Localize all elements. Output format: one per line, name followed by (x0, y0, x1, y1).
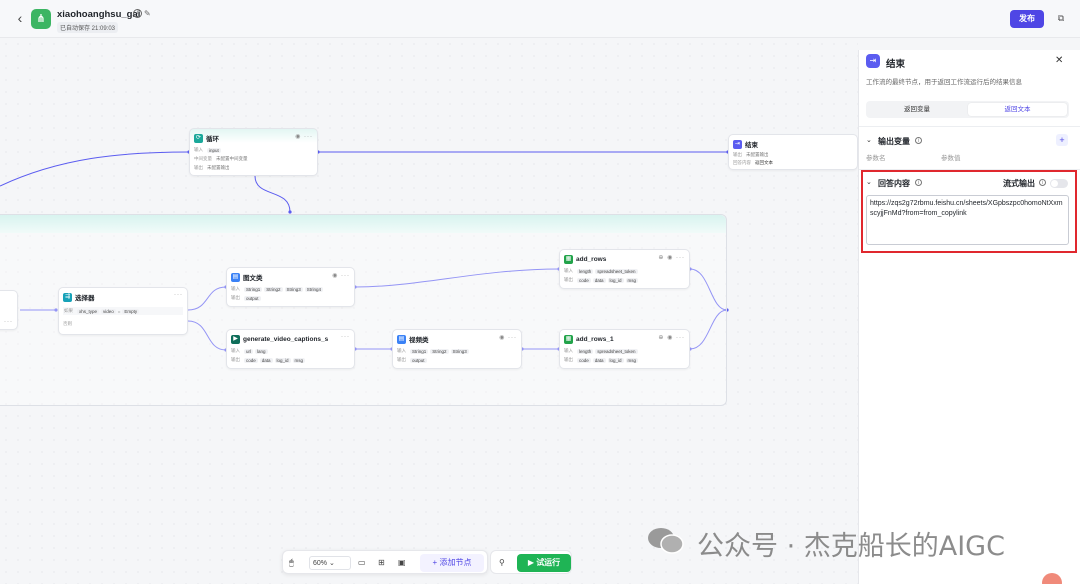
top-bar: ‹ ⋔ xiaohoanghsu_gai i ✎ 已自动保存 21:09:03 … (0, 0, 1080, 38)
node-row: 输出 code data log_id msg (231, 357, 306, 363)
node-row: 输出 未配置输出 (194, 165, 230, 170)
video-captions-node[interactable]: ▶ generate_video_captions_s ··· 输入 url lan… (226, 329, 355, 369)
more-icon[interactable]: ⊕ ◉ ··· (658, 334, 685, 341)
condition-row[interactable]: 如果 xhs_type video = Empty (63, 307, 183, 315)
watermark-text: 公众号 · 杰克船长的AIGC (697, 531, 1005, 562)
more-icon[interactable]: ⊕ ◉ ··· (658, 254, 685, 261)
tab-bar: 返回变量 返回文本 (866, 101, 1069, 118)
node-title: 视频类 (409, 337, 429, 344)
node-row: 输入 length spreadsheet_token (564, 268, 638, 274)
video-node[interactable]: ▤ 视频类 ◉ ··· 输入 String1 String2 String3 输出 ou… (392, 329, 522, 369)
node-row: 回答内容 返回文本 (733, 160, 773, 165)
node-row: 输入 String1 String2 String3 (397, 348, 469, 354)
code-icon: ▤ (397, 334, 406, 344)
duplicate-icon[interactable]: ⧉ (1055, 12, 1067, 24)
more-icon[interactable]: ◉ ··· (332, 272, 350, 279)
more-icon[interactable]: ◉ ··· (499, 334, 517, 341)
node-row: 输入 length spreadsheet_token (564, 348, 638, 354)
more-icon[interactable]: ··· (4, 319, 13, 325)
sheet-icon: ▦ (564, 334, 573, 344)
close-icon[interactable]: ✕ (1055, 55, 1063, 66)
node-row: 输出 code data log_id msg (564, 277, 639, 283)
node-title: add_rows_1 (576, 335, 614, 343)
test-run-button[interactable]: ▶ 试运行 (517, 554, 571, 572)
workflow-name: xiaohoanghsu_gai (57, 9, 141, 20)
node-row: 输出 output (397, 357, 427, 363)
publish-button[interactable]: 发布 (1010, 10, 1044, 28)
node-title: add_rows (576, 255, 607, 263)
loop-icon: ⟳ (194, 133, 203, 143)
end-icon: ⇥ (866, 54, 880, 68)
param-value-header: 参数值 (941, 155, 961, 162)
edge-start-loop (0, 151, 190, 187)
workflow-canvas[interactable]: ··· ⟳ 循环 ◉ ··· 输入 input 中间变量 未配置中间变量 输出 未配置… (0, 38, 858, 584)
add-variable-button[interactable]: + (1056, 134, 1068, 146)
node-row: 输入 String1 String2 String3 String4 (231, 286, 324, 292)
add-node-button[interactable]: + 添加节点 (420, 554, 484, 572)
partial-node-left[interactable]: ··· (0, 290, 18, 330)
end-node-panel: ⇥ 结束 ✕ 工作流的最终节点，用于返回工作流运行后的结果信息 返回变量 返回文… (858, 50, 1080, 584)
mouse-mode-icon[interactable]: 🖱 (289, 556, 294, 570)
code-icon: ▤ (231, 272, 240, 282)
selector-node[interactable]: ⇶ 选择器 ··· 如果 xhs_type video = Empty 否则 (58, 287, 188, 335)
param-name-header: 参数名 (866, 155, 886, 162)
minimap-icon[interactable]: ▣ (398, 556, 406, 570)
node-row: 输入 url lang (231, 348, 268, 354)
annotation-highlight-box (861, 170, 1077, 253)
loop-node[interactable]: ⟳ 循环 ◉ ··· 输入 input 中间变量 未配置中间变量 输出 未配置输出 (189, 128, 318, 176)
node-row: 输出 未配置输出 (733, 152, 769, 157)
branch-icon: ⇶ (63, 292, 72, 302)
divider (859, 126, 1080, 127)
node-title: generate_video_captions_s (243, 335, 329, 343)
node-title: 图文类 (243, 275, 263, 282)
end-node[interactable]: ⇥ 结束 输出 未配置输出 回答内容 返回文本 (728, 134, 858, 170)
comment-icon[interactable]: ▭ (358, 556, 366, 570)
node-title: 结束 (745, 142, 758, 149)
workflow-app-icon: ⋔ (31, 9, 51, 29)
tab-return-text[interactable]: 返回文本 (968, 103, 1067, 116)
more-icon[interactable]: ··· (341, 334, 350, 340)
layout-icon[interactable]: ⊞ (378, 556, 385, 570)
node-row: 中间变量 未配置中间变量 (194, 156, 248, 161)
node-row: 输出 output (231, 295, 261, 301)
debug-icon[interactable]: ⚲ (499, 556, 505, 570)
plugin-icon: ▶ (231, 334, 240, 344)
else-row: 否则 (63, 321, 72, 326)
autosave-status: 已自动保存 21:09:03 (57, 22, 119, 33)
node-title: 循环 (206, 136, 219, 143)
canvas-toolbar: 🖱 60% ⌄ ▭ ⊞ ▣ + 添加节点 (282, 550, 488, 574)
more-icon[interactable]: ◉ ··· (295, 133, 313, 140)
back-chevron-icon[interactable]: ‹ (12, 10, 28, 26)
edge-loop-body (254, 175, 291, 213)
info-icon[interactable]: i (915, 137, 922, 144)
add-rows-1-node[interactable]: ▦ add_rows_1 ⊕ ◉ ··· 输入 length spreadsheet… (559, 329, 690, 369)
output-variables-title: 输出变量 (878, 137, 910, 146)
chevron-down-icon[interactable]: ⌄ (866, 136, 872, 144)
sheet-icon: ▦ (564, 254, 573, 264)
more-icon[interactable]: ··· (174, 292, 183, 298)
add-rows-node[interactable]: ▦ add_rows ⊕ ◉ ··· 输入 length spreadsheet_t… (559, 249, 690, 289)
loop-body-header (0, 215, 726, 233)
node-row: 输出 code data log_id msg (564, 357, 639, 363)
node-title: 选择器 (75, 295, 95, 302)
node-row: 输入 input (194, 147, 221, 153)
zoom-select[interactable]: 60% ⌄ (309, 556, 351, 570)
tab-return-variables[interactable]: 返回变量 (868, 103, 966, 116)
wechat-logo-icon (648, 528, 684, 554)
edit-icon[interactable]: ✎ (144, 9, 151, 18)
end-icon: ⇥ (733, 139, 742, 149)
run-toolbar: ⚲ ▶ 试运行 (490, 550, 572, 574)
info-icon[interactable]: i (133, 9, 142, 18)
image-text-node[interactable]: ▤ 图文类 ◉ ··· 输入 String1 String2 String3 Strin… (226, 267, 355, 307)
panel-description: 工作流的最终节点，用于返回工作流运行后的结果信息 (866, 79, 1022, 86)
panel-title: 结束 (886, 59, 906, 70)
